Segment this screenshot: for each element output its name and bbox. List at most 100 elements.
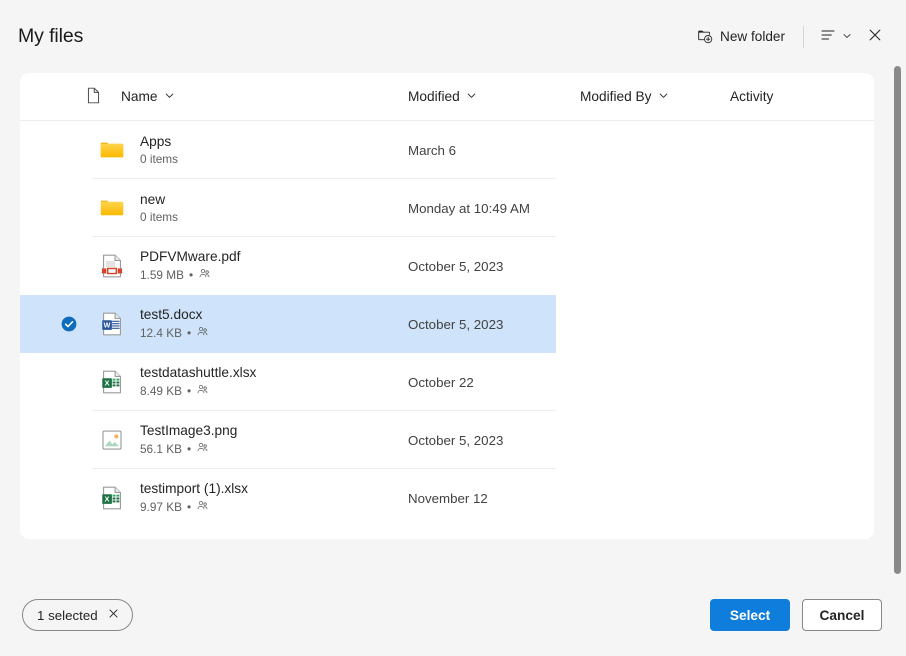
file-name: testimport (1).xlsx — [140, 481, 248, 496]
vertical-scrollbar[interactable] — [891, 66, 903, 574]
close-icon[interactable] — [107, 607, 120, 623]
shared-icon — [196, 325, 209, 342]
file-name: PDFVMware.pdf — [140, 249, 241, 264]
file-sub: 0 items — [140, 210, 178, 225]
column-header-name-label: Name — [121, 89, 158, 104]
file-name: test5.docx — [140, 307, 203, 322]
table-row[interactable]: X testimport (1).xlsx 9.97 KB • November… — [20, 469, 874, 527]
shared-icon — [196, 499, 209, 516]
close-icon — [866, 26, 884, 47]
column-header-name[interactable]: Name — [117, 85, 179, 108]
file-size: 8.49 KB — [140, 384, 182, 398]
shared-icon — [198, 267, 211, 284]
svg-text:X: X — [105, 494, 110, 503]
scrollbar-thumb[interactable] — [894, 66, 901, 574]
header-divider — [803, 25, 804, 48]
column-headers: Name Modified Modified By Activity — [20, 73, 874, 121]
column-header-modified-by[interactable]: Modified By — [576, 85, 673, 108]
table-row[interactable]: Apps 0 items March 6 — [20, 121, 874, 179]
row-checkbox-checked[interactable] — [60, 315, 78, 333]
file-size: 12.4 KB — [140, 326, 182, 340]
svg-text:X: X — [105, 378, 110, 387]
row-meta: Apps 0 items — [140, 133, 178, 167]
file-size: 56.1 KB — [140, 442, 182, 456]
row-modified: November 12 — [408, 490, 488, 506]
column-header-modified[interactable]: Modified — [404, 85, 481, 108]
footer-actions: Select Cancel — [710, 599, 906, 631]
word-file-icon: W — [96, 308, 128, 340]
row-modified: October 5, 2023 — [408, 432, 504, 448]
excel-file-icon: X — [96, 482, 128, 514]
table-row[interactable]: X testdatashuttle.xlsx 8.49 KB • October… — [20, 353, 874, 411]
row-meta: new 0 items — [140, 191, 178, 225]
folder-icon — [96, 192, 128, 224]
separator-dot: • — [188, 268, 194, 282]
new-folder-button[interactable]: New folder — [687, 20, 794, 54]
separator-dot: • — [186, 500, 192, 514]
column-header-file-type[interactable] — [82, 83, 105, 111]
table-row[interactable]: TestImage3.png 56.1 KB • October 5, 2023 — [20, 411, 874, 469]
chevron-down-icon — [842, 29, 852, 44]
header-actions: New folder — [687, 20, 906, 54]
view-options-button[interactable] — [813, 20, 858, 54]
file-sub: 8.49 KB • — [140, 383, 256, 400]
file-sub: 12.4 KB • — [140, 325, 209, 342]
table-row[interactable]: PDFVMware.pdf 1.59 MB • October 5, 2023 — [20, 237, 874, 295]
row-meta: PDFVMware.pdf 1.59 MB • — [140, 248, 240, 284]
folder-icon — [96, 134, 128, 166]
separator-dot: • — [186, 326, 192, 340]
row-meta: test5.docx 12.4 KB • — [140, 306, 209, 342]
file-size: 9.97 KB — [140, 500, 182, 514]
row-modified: October 5, 2023 — [408, 258, 504, 274]
page-title: My files — [18, 25, 84, 47]
column-header-activity-label: Activity — [730, 89, 774, 104]
close-dialog-button[interactable] — [858, 20, 892, 54]
list-view-icon — [819, 26, 837, 47]
file-sub: 0 items — [140, 152, 178, 167]
file-name: Apps — [140, 134, 172, 149]
file-size: 0 items — [140, 152, 179, 166]
chevron-down-icon — [164, 89, 175, 104]
dialog-header: My files New folder — [0, 0, 906, 73]
file-type-icon — [86, 87, 101, 107]
pdf-file-icon — [96, 250, 128, 282]
cancel-button[interactable]: Cancel — [802, 599, 882, 631]
file-list-card: Name Modified Modified By Activity Apps … — [20, 73, 874, 539]
file-sub: 1.59 MB • — [140, 267, 240, 284]
dialog-footer: 1 selected Select Cancel — [0, 574, 906, 656]
table-row[interactable]: new 0 items Monday at 10:49 AM — [20, 179, 874, 237]
selection-count-chip[interactable]: 1 selected — [22, 599, 133, 631]
column-header-modified-by-label: Modified By — [580, 89, 652, 104]
file-picker-dialog: My files New folder Name Modified Modifi… — [0, 0, 906, 656]
row-modified: October 22 — [408, 374, 474, 390]
shared-icon — [196, 441, 209, 458]
separator-dot: • — [186, 442, 192, 456]
file-name: TestImage3.png — [140, 423, 238, 438]
file-rows: Apps 0 items March 6 new 0 items Monday … — [20, 121, 874, 527]
row-meta: testdatashuttle.xlsx 8.49 KB • — [140, 364, 256, 400]
row-meta: TestImage3.png 56.1 KB • — [140, 422, 237, 458]
select-button[interactable]: Select — [710, 599, 790, 631]
row-modified: March 6 — [408, 142, 457, 158]
row-meta: testimport (1).xlsx 9.97 KB • — [140, 480, 248, 516]
selection-count-label: 1 selected — [37, 607, 98, 623]
chevron-down-icon — [466, 89, 477, 104]
svg-text:W: W — [104, 321, 111, 329]
separator-dot: • — [186, 384, 192, 398]
image-file-icon — [96, 424, 128, 456]
shared-icon — [196, 383, 209, 400]
file-size: 0 items — [140, 210, 179, 224]
file-name: testdatashuttle.xlsx — [140, 365, 257, 380]
row-modified: October 5, 2023 — [408, 316, 504, 332]
chevron-down-icon — [658, 89, 669, 104]
file-name: new — [140, 192, 166, 207]
table-row[interactable]: W test5.docx 12.4 KB • October 5, 2023 — [20, 295, 874, 353]
row-modified: Monday at 10:49 AM — [408, 200, 530, 216]
folder-plus-icon — [696, 27, 713, 47]
column-header-activity: Activity — [726, 85, 777, 108]
file-size: 1.59 MB — [140, 268, 184, 282]
file-sub: 56.1 KB • — [140, 441, 237, 458]
new-folder-label: New folder — [720, 29, 785, 44]
column-header-modified-label: Modified — [408, 89, 460, 104]
file-sub: 9.97 KB • — [140, 499, 248, 516]
